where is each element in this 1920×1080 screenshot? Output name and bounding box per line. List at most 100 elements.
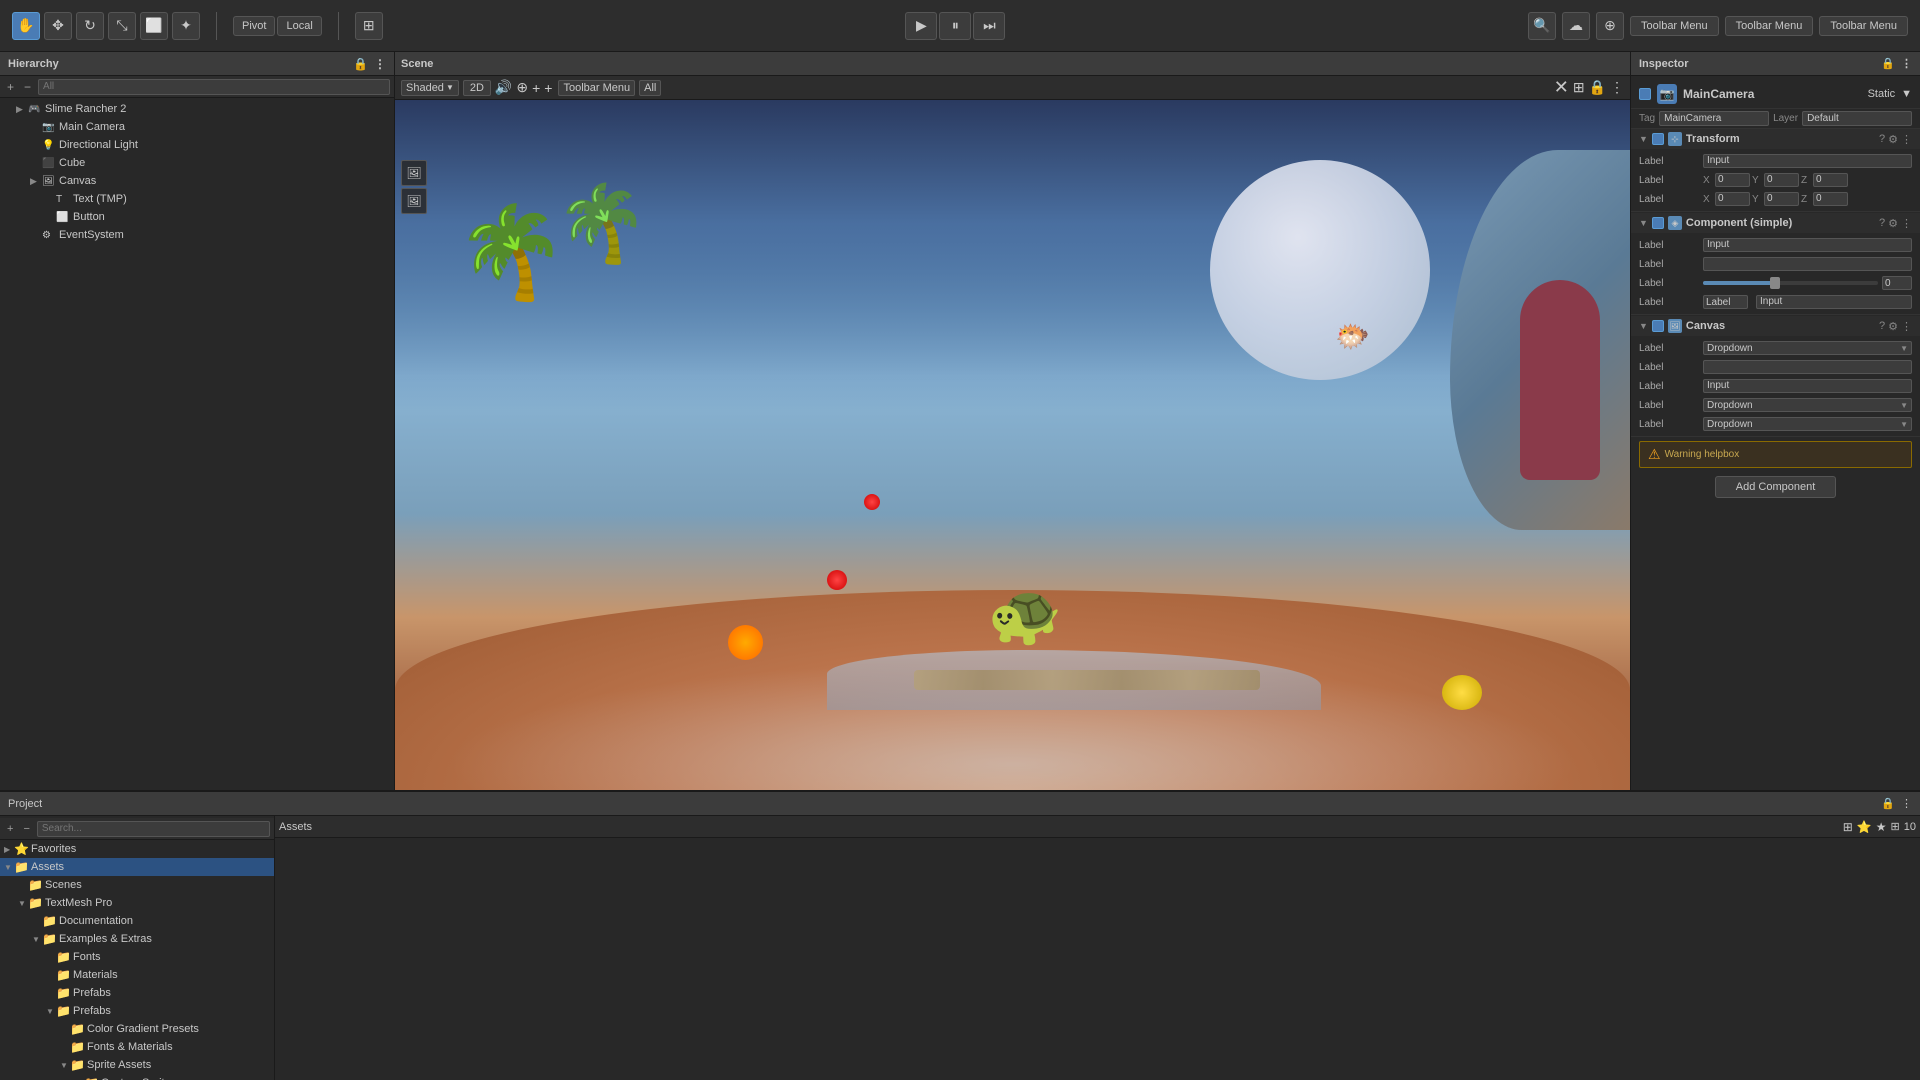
rect-tool[interactable]: ⬜ — [140, 12, 168, 40]
simple-component-header[interactable]: ▼ ◈ Component (simple) ? ⚙ ⋮ — [1631, 213, 1920, 233]
step-btn[interactable]: ⏭ — [973, 12, 1005, 40]
transform-header[interactable]: ▼ ⊹ Transform ? ⚙ ⋮ — [1631, 129, 1920, 149]
rotate-tool[interactable]: ↻ — [76, 12, 104, 40]
field-dropdown[interactable]: Dropdown ▼ — [1703, 417, 1912, 431]
comp-enabled-checkbox[interactable] — [1652, 320, 1664, 332]
proj-item-fonts[interactable]: 📁 Fonts — [0, 948, 274, 966]
project-add-btn[interactable]: + — [4, 823, 16, 835]
object-enabled-checkbox[interactable] — [1639, 88, 1651, 100]
proj-item-assets[interactable]: ▼ 📁 Assets — [0, 858, 274, 876]
hierarchy-lock-icon[interactable]: 🔒 — [353, 57, 368, 71]
hierarchy-menu-icon[interactable]: ⋮ — [374, 57, 386, 71]
field-slider[interactable] — [1703, 281, 1878, 285]
proj-item-fonts-materials[interactable]: 📁 Fonts & Materials — [0, 1038, 274, 1056]
move-tool[interactable]: ✥ — [44, 12, 72, 40]
filter-icon[interactable]: ⭐ — [1857, 820, 1872, 834]
field-input[interactable]: Input — [1756, 295, 1912, 309]
proj-item-textmesh[interactable]: ▼ 📁 TextMesh Pro — [0, 894, 274, 912]
field-input[interactable] — [1703, 360, 1912, 374]
proj-item-documentation[interactable]: 📁 Documentation — [0, 912, 274, 930]
comp-menu-icon[interactable]: ⋮ — [1901, 217, 1912, 230]
tree-item-canvas[interactable]: ▶ 🖼 Canvas — [0, 172, 394, 190]
view-toggle-icon[interactable]: ⊞ — [1843, 820, 1853, 834]
tree-item-event-system[interactable]: ⚙ EventSystem — [0, 226, 394, 244]
comp-help-icon[interactable]: ? — [1879, 320, 1885, 333]
comp-help-icon[interactable]: ? — [1879, 133, 1885, 146]
static-dropdown[interactable]: ▼ — [1901, 88, 1912, 100]
toolbar-menu-3[interactable]: Toolbar Menu — [1819, 16, 1908, 36]
layer-value[interactable]: Default — [1802, 111, 1912, 126]
tree-item-button[interactable]: ⬜ Button — [0, 208, 394, 226]
comp-settings-icon[interactable]: ⚙ — [1888, 133, 1898, 146]
comp-enabled-checkbox[interactable] — [1652, 217, 1664, 229]
field-input[interactable] — [1703, 257, 1912, 271]
slider-thumb[interactable] — [1770, 277, 1780, 289]
audio-btn[interactable]: 🔊 — [495, 79, 512, 96]
hand-tool[interactable]: ✋ — [12, 12, 40, 40]
scene-view-area[interactable]: 🌴 🌴 🐢 — [395, 100, 1630, 790]
project-lock-icon[interactable]: 🔒 — [1881, 797, 1895, 810]
project-minus-btn[interactable]: − — [20, 823, 32, 835]
cloud-btn[interactable]: ☁ — [1562, 12, 1590, 40]
field-dropdown[interactable]: Dropdown ▼ — [1703, 398, 1912, 412]
tree-item-directional-light[interactable]: 💡 Directional Light — [0, 136, 394, 154]
hierarchy-search[interactable] — [38, 79, 390, 95]
scene-all-btn[interactable]: All — [639, 80, 661, 96]
slider-value[interactable]: 0 — [1882, 276, 1912, 290]
y-input[interactable]: 0 — [1764, 173, 1799, 187]
transform-tool[interactable]: ✦ — [172, 12, 200, 40]
gizmos-btn[interactable]: ⊕ — [516, 79, 528, 96]
2d-btn[interactable]: 2D — [463, 80, 491, 96]
toolbar-menu-2[interactable]: Toolbar Menu — [1725, 16, 1814, 36]
scene-toolbar-menu[interactable]: Toolbar Menu — [558, 80, 635, 96]
comp-help-icon[interactable]: ? — [1879, 217, 1885, 230]
field-input[interactable]: Input — [1703, 379, 1912, 393]
scene-menu-icon[interactable]: ⋮ — [1610, 79, 1624, 96]
canvas-component-header[interactable]: ▼ 🖼 Canvas ? ⚙ ⋮ — [1631, 316, 1920, 336]
field-input[interactable]: Input — [1703, 154, 1912, 168]
inspector-menu-icon[interactable]: ⋮ — [1901, 57, 1912, 70]
proj-item-sprite-assets[interactable]: ▼ 📁 Sprite Assets — [0, 1056, 274, 1074]
shaded-dropdown[interactable]: Shaded ▼ — [401, 80, 459, 96]
scene-tool-1[interactable]: 🖼 — [401, 160, 427, 186]
comp-settings-icon[interactable]: ⚙ — [1888, 320, 1898, 333]
pivot-btn[interactable]: Pivot — [233, 16, 275, 36]
x-input[interactable]: 0 — [1715, 192, 1750, 206]
hierarchy-add-btn[interactable]: + — [4, 80, 17, 94]
lock-scene-icon[interactable]: 🔒 — [1589, 79, 1606, 96]
tree-item-cube[interactable]: ⬛ Cube — [0, 154, 394, 172]
proj-item-color-gradient[interactable]: 📁 Color Gradient Presets — [0, 1020, 274, 1038]
tree-item-text-tmp[interactable]: T Text (TMP) — [0, 190, 394, 208]
tree-item-slime-rancher[interactable]: ▶ 🎮 Slime Rancher 2 — [0, 100, 394, 118]
proj-item-custom-sprites[interactable]: 📁 Custom Sprites — [0, 1074, 274, 1080]
comp-settings-icon[interactable]: ⚙ — [1888, 217, 1898, 230]
tree-item-main-camera[interactable]: 📷 Main Camera — [0, 118, 394, 136]
scene-tab-label[interactable]: Scene — [401, 58, 433, 70]
pause-btn[interactable]: ⏸ — [939, 12, 971, 40]
local-btn[interactable]: Local — [277, 16, 321, 36]
field-input[interactable]: Input — [1703, 238, 1912, 252]
tag-value[interactable]: MainCamera — [1659, 111, 1769, 126]
close-scene-icon[interactable]: ✕ — [1554, 77, 1569, 98]
z-input[interactable]: 0 — [1813, 192, 1848, 206]
inspector-lock-icon[interactable]: 🔒 — [1881, 57, 1895, 70]
play-btn[interactable]: ▶ — [905, 12, 937, 40]
comp-enabled-checkbox[interactable] — [1652, 133, 1664, 145]
project-menu-icon[interactable]: ⋮ — [1901, 797, 1912, 810]
comp-menu-icon[interactable]: ⋮ — [1901, 133, 1912, 146]
hierarchy-minus-btn[interactable]: − — [21, 80, 34, 94]
extra-tool[interactable]: ⊞ — [355, 12, 383, 40]
proj-item-prefabs-sub[interactable]: ▼ 📁 Prefabs — [0, 1002, 274, 1020]
scale-tool[interactable]: ⤡ — [108, 12, 136, 40]
project-search[interactable] — [37, 821, 270, 837]
favorites-icon[interactable]: ★ — [1876, 820, 1887, 834]
x-input[interactable]: 0 — [1715, 173, 1750, 187]
search-btn[interactable]: 🔍 — [1528, 12, 1556, 40]
toolbar-menu-1[interactable]: Toolbar Menu — [1630, 16, 1719, 36]
proj-item-prefabs-root[interactable]: 📁 Prefabs — [0, 984, 274, 1002]
add-component-btn[interactable]: Add Component — [1715, 476, 1837, 498]
field-dropdown[interactable]: Dropdown ▼ — [1703, 341, 1912, 355]
scene-options-btn[interactable]: + — [532, 80, 540, 96]
layers-btn[interactable]: ⊕ — [1596, 12, 1624, 40]
z-input[interactable]: 0 — [1813, 173, 1848, 187]
